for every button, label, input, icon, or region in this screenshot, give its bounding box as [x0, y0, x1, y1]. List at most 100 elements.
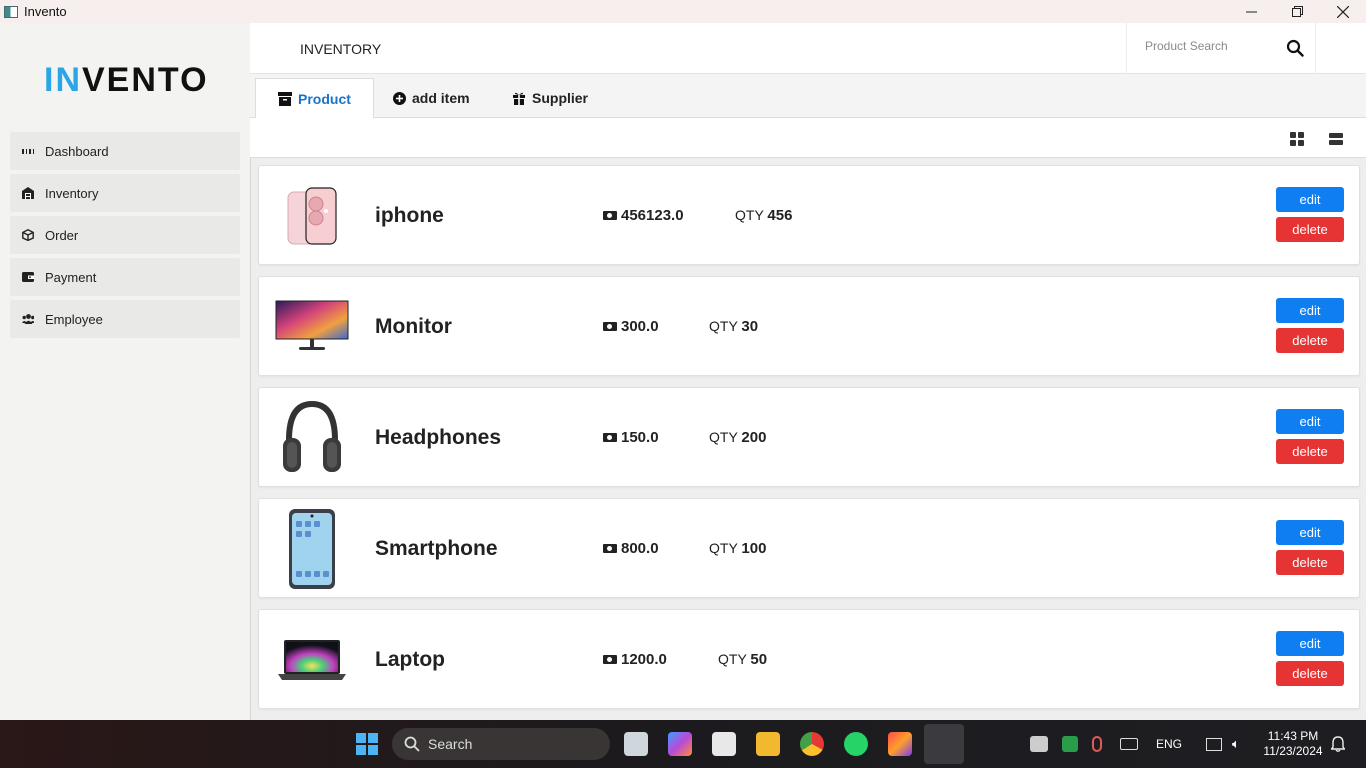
cash-icon: [603, 655, 617, 664]
sidebar-nav: Dashboard Inventory Order Payment Employ…: [10, 132, 240, 342]
language-indicator[interactable]: ENG: [1156, 737, 1182, 751]
dashboard-icon: [22, 145, 34, 157]
system-tray: ENG 🔈︎: [1030, 720, 1240, 768]
volume-icon[interactable]: 🔈︎: [1232, 736, 1240, 752]
restore-icon: [1291, 6, 1303, 17]
minimize-icon: [1245, 11, 1257, 13]
search-icon[interactable]: [1286, 39, 1304, 57]
product-quantity: QTY 30: [709, 318, 759, 335]
product-card: Monitor 300.0 QTY 30 edit delete: [258, 276, 1360, 376]
cash-icon: [603, 433, 617, 442]
product-card: Headphones 150.0 QTY 200 edit delete: [258, 387, 1360, 487]
sidebar-item-label: Payment: [45, 269, 97, 285]
cash-icon: [603, 322, 617, 331]
product-quantity: QTY 456: [735, 207, 793, 224]
grid-view-icon[interactable]: [1289, 131, 1305, 147]
edit-button[interactable]: edit: [1276, 520, 1344, 545]
edit-button[interactable]: edit: [1276, 187, 1344, 212]
product-quantity: QTY 200: [709, 429, 767, 446]
delete-button[interactable]: delete: [1276, 439, 1344, 464]
product-card: iphone 456123.0 QTY 456 edit delete: [258, 165, 1360, 265]
network-icon[interactable]: [1206, 737, 1223, 751]
delete-button[interactable]: delete: [1276, 550, 1344, 575]
cash-icon: [603, 544, 617, 553]
box-icon: [22, 229, 34, 241]
search-icon: [404, 736, 420, 752]
product-list: iphone 456123.0 QTY 456 edit delete Moni…: [250, 158, 1366, 720]
file-explorer-icon[interactable]: [756, 732, 780, 756]
tab-product[interactable]: Product: [255, 78, 374, 118]
headphones-image: [273, 400, 351, 474]
store-icon[interactable]: [712, 732, 736, 756]
taskbar: Search ENG 🔈︎ 11:43 PM 11/23/2024: [0, 720, 1366, 768]
keyboard-icon[interactable]: [1120, 738, 1138, 750]
edit-button[interactable]: edit: [1276, 298, 1344, 323]
sidebar-item-dashboard[interactable]: Dashboard: [10, 132, 240, 170]
invento-app-icon[interactable]: [924, 724, 964, 764]
plus-circle-icon: [393, 91, 406, 105]
delete-button[interactable]: delete: [1276, 217, 1344, 242]
product-card: Smartphone 800.0 QTY 100 edit delete: [258, 498, 1360, 598]
gift-icon: [513, 92, 525, 105]
intellij-icon[interactable]: [888, 732, 912, 756]
tab-label: Product: [298, 90, 351, 107]
product-name: iphone: [375, 204, 444, 227]
window-title: Invento: [24, 4, 67, 19]
sidebar-item-label: Order: [45, 227, 79, 243]
page-title: INVENTORY: [300, 41, 382, 57]
whatsapp-icon[interactable]: [844, 732, 868, 756]
microphone-icon[interactable]: [1092, 736, 1102, 752]
laptop-image: [273, 624, 351, 696]
delete-button[interactable]: delete: [1276, 661, 1344, 686]
sidebar-item-label: Inventory: [45, 185, 99, 201]
sidebar-item-label: Dashboard: [45, 143, 109, 159]
app-icon: [4, 5, 18, 18]
top-header: INVENTORY: [250, 23, 1366, 74]
clock[interactable]: 11:43 PM 11/23/2024: [1260, 729, 1326, 759]
sidebar-item-employee[interactable]: Employee: [10, 300, 240, 338]
product-name: Smartphone: [375, 537, 498, 560]
chrome-icon[interactable]: [800, 732, 824, 756]
product-name: Laptop: [375, 648, 445, 671]
search-box: [1126, 23, 1316, 74]
title-bar: Invento: [0, 0, 1366, 23]
task-view-icon[interactable]: [624, 732, 648, 756]
product-quantity: QTY 50: [718, 651, 768, 668]
sidebar-item-order[interactable]: Order: [10, 216, 240, 254]
sidebar-item-payment[interactable]: Payment: [10, 258, 240, 296]
window-controls: [1228, 0, 1366, 23]
restore-button[interactable]: [1274, 0, 1320, 23]
notification-bell-icon[interactable]: [1331, 736, 1345, 752]
list-view-icon[interactable]: [1328, 131, 1344, 147]
tab-label: add item: [412, 90, 470, 106]
tab-add-item[interactable]: add item: [393, 78, 470, 118]
close-window-button[interactable]: [1320, 0, 1366, 23]
start-button[interactable]: [356, 733, 378, 755]
tabs-bar: Product add item Supplier: [250, 74, 1366, 118]
product-name: Monitor: [375, 315, 452, 338]
tab-supplier[interactable]: Supplier: [512, 78, 588, 118]
warehouse-icon: [22, 187, 34, 199]
product-price: 1200.0: [603, 651, 667, 668]
cash-icon: [603, 211, 617, 220]
sidebar: INVENTO Dashboard Inventory Order Paymen…: [0, 23, 250, 720]
product-price: 456123.0: [603, 207, 684, 224]
minimize-button[interactable]: [1228, 0, 1274, 23]
edit-button[interactable]: edit: [1276, 631, 1344, 656]
product-price: 150.0: [603, 429, 659, 446]
sidebar-item-inventory[interactable]: Inventory: [10, 174, 240, 212]
copilot-icon[interactable]: [668, 732, 692, 756]
security-icon[interactable]: [1062, 736, 1078, 752]
product-price: 300.0: [603, 318, 659, 335]
tab-label: Supplier: [532, 90, 589, 106]
edit-button[interactable]: edit: [1276, 409, 1344, 434]
product-name: Headphones: [375, 426, 502, 449]
tray-app-icon[interactable]: [1030, 736, 1048, 752]
product-quantity: QTY 100: [709, 540, 767, 557]
taskbar-search[interactable]: Search: [392, 728, 610, 760]
delete-button[interactable]: delete: [1276, 328, 1344, 353]
close-icon: [1337, 5, 1349, 18]
users-icon: [22, 313, 34, 325]
iphone-image: [273, 180, 351, 252]
search-input[interactable]: [1145, 39, 1275, 53]
